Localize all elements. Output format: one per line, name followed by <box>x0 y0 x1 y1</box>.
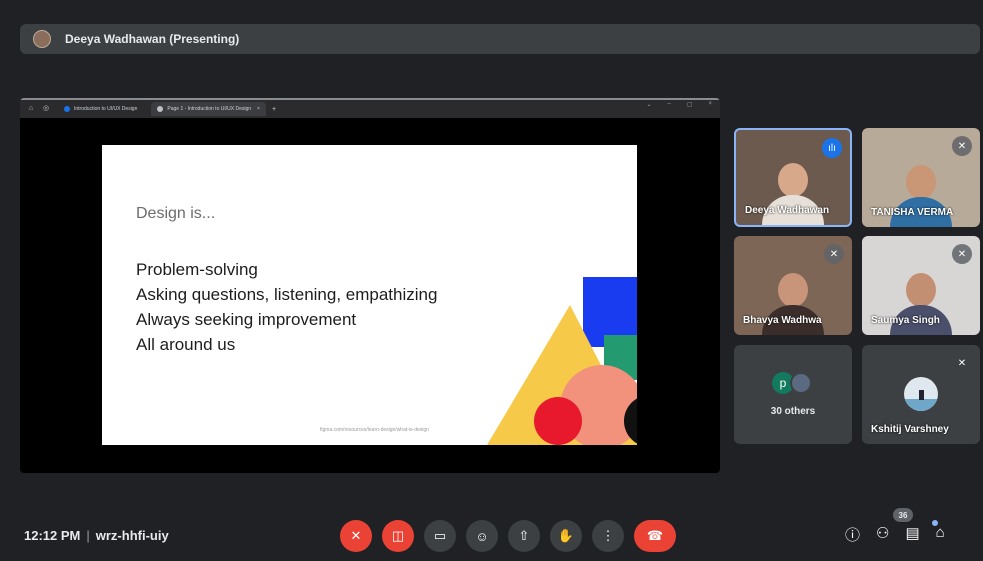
meeting-separator: | <box>86 528 90 543</box>
presenter-title: Deeya Wadhawan (Presenting) <box>65 32 240 46</box>
captions-icon[interactable]: ▭ <box>424 520 456 552</box>
others-avatars: p <box>772 372 812 394</box>
people-icon[interactable]: ⚇ <box>876 524 889 545</box>
shared-browser-bar: ⌂ ◎ Introduction to UI/UX Design Page 1 … <box>20 98 720 118</box>
more-vert-icon[interactable]: ⋮ <box>592 520 624 552</box>
browser-tab-label: Introduction to UI/UX Design <box>74 106 138 112</box>
shared-screen[interactable]: ⌂ ◎ Introduction to UI/UX Design Page 1 … <box>20 98 720 473</box>
avatar <box>790 372 812 394</box>
participant-name: Deeya Wadhawan <box>745 205 830 216</box>
meeting-time: 12:12 PM <box>24 528 81 543</box>
participant-name: Bhavya Wadhwa <box>743 315 822 326</box>
home-icon: ⌂ <box>28 105 34 112</box>
minimize-icon: – <box>667 101 671 107</box>
tab-favicon-icon <box>64 106 70 112</box>
meeting-info: 12:12 PM | wrz-hhfi-uiy <box>24 528 169 543</box>
presenter-avatar <box>33 30 51 48</box>
participant-name: Saumya Singh <box>871 315 940 326</box>
browser-tab-active: Page 1 - Introduction to UI/UX Design × <box>151 102 266 116</box>
activities-icon[interactable]: ⌂ <box>936 524 945 545</box>
emoji-icon[interactable]: ☺ <box>466 520 498 552</box>
avatar <box>904 377 938 411</box>
raise-hand-icon[interactable]: ✋ <box>550 520 582 552</box>
bottom-toolbar: 12:12 PM | wrz-hhfi-uiy ✕ ◫ ▭ ☺ ⇧ ✋ ⋮ ☎ 36… <box>0 506 983 561</box>
participant-name: Kshitij Varshney <box>871 424 949 435</box>
close-icon: × <box>708 101 712 107</box>
mic-off-icon: ✕ <box>952 136 972 156</box>
tab-search-icon: ⌄ <box>646 102 652 108</box>
globe-icon: ◎ <box>42 105 50 112</box>
browser-tab: Introduction to UI/UX Design <box>58 102 143 116</box>
participant-tile[interactable]: ✕ Bhavya Wadhwa <box>734 236 852 335</box>
tab-close-icon: × <box>257 106 260 112</box>
restore-icon: ▢ <box>686 102 693 108</box>
tab-favicon-icon <box>157 106 164 112</box>
chat-icon[interactable]: ▤ <box>905 524 919 545</box>
others-tile[interactable]: p 30 others <box>734 345 852 444</box>
slide-graphic <box>487 277 637 445</box>
new-tab-icon: + <box>271 105 277 113</box>
slide-source: figma.com/resources/learn-design/what-is… <box>320 427 429 433</box>
mic-off-icon: ✕ <box>952 244 972 264</box>
others-count: 30 others <box>770 406 816 417</box>
call-controls: ✕ ◫ ▭ ☺ ⇧ ✋ ⋮ ☎ <box>340 520 676 552</box>
speaking-icon: ılı <box>822 138 842 158</box>
participant-name: TANISHA VERMA <box>871 207 954 218</box>
participant-tile[interactable]: ✕ TANISHA VERMA <box>862 128 980 227</box>
presenter-bar: Deeya Wadhawan (Presenting) <box>20 24 980 54</box>
info-icon[interactable]: ⓘ <box>845 524 860 545</box>
participant-tile[interactable]: ✕ Kshitij Varshney <box>862 345 980 444</box>
camera-off-icon[interactable]: ◫ <box>382 520 414 552</box>
participant-count-badge: 36 <box>893 508 913 522</box>
mic-off-icon[interactable]: ✕ <box>340 520 372 552</box>
side-panel-controls: ⓘ ⚇ ▤ ⌂ <box>845 524 945 545</box>
presentation-slide: Design is... Problem-solving Asking ques… <box>102 145 637 445</box>
window-controls: ⌄ – ▢ × <box>646 101 712 108</box>
present-icon[interactable]: ⇧ <box>508 520 540 552</box>
end-call-icon[interactable]: ☎ <box>634 520 676 552</box>
participant-tile[interactable]: ılı Deeya Wadhawan <box>734 128 852 227</box>
mic-off-icon: ✕ <box>957 357 967 369</box>
meeting-code: wrz-hhfi-uiy <box>95 528 169 543</box>
participant-tile[interactable]: ✕ Saumya Singh <box>862 236 980 335</box>
mic-off-icon: ✕ <box>824 244 844 264</box>
browser-tab-label: Page 1 - Introduction to UI/UX Design <box>167 106 252 112</box>
